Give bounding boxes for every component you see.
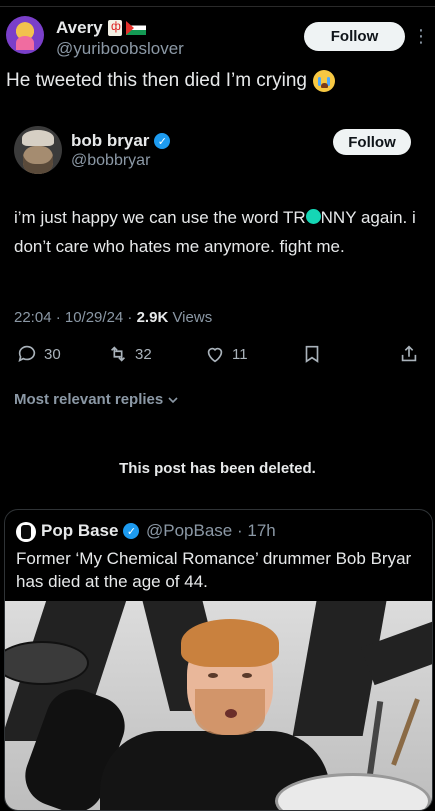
chevron-down-icon [168,396,178,403]
drummer-eye [242,673,252,678]
caption-text: He tweeted this then died I’m crying [6,70,307,91]
redaction-blot [305,209,321,224]
palestine-flag-icon [126,21,146,35]
more-options-icon[interactable]: ⋮ [412,24,430,48]
bookmark-button[interactable] [301,340,323,368]
author-name[interactable]: Avery [56,18,103,38]
top-divider [0,6,435,7]
mahjong-tile-icon [108,19,122,36]
post-photo[interactable] [5,601,432,810]
quoted-post-card[interactable]: Pop Base ✓ @PopBase · 17h Former ‘My Che… [4,509,433,811]
share-button[interactable] [398,340,420,368]
follow-button-inner[interactable]: Follow [333,129,411,155]
repost-icon [110,346,126,362]
quoted-author-name: bob bryar [71,131,150,150]
drummer-mouth [225,709,237,718]
popbase-author: Pop Base ✓ [41,521,140,541]
like-button[interactable]: 11 [204,340,248,368]
views-label: Views [168,309,213,326]
tweet-meta: 22:04 · 10/29/24 · 2.9K Views [14,309,212,326]
avatar[interactable] [6,16,44,54]
popbase-name: Pop Base [41,521,119,540]
bookmark-icon [305,345,319,363]
popbase-handle-time: @PopBase · 17h [146,521,276,540]
author-handle[interactable]: @yuriboobslover [56,39,184,59]
repost-count: 32 [135,345,152,363]
views-count: 2.9K [136,309,169,326]
tweet-body-part1: i’m just happy we can use the word TR [14,208,306,227]
like-count: 11 [232,345,248,363]
popbase-avatar [16,522,36,542]
follow-button[interactable]: Follow [304,22,405,51]
timestamp[interactable]: 22:04 · 10/29/24 · [14,309,137,326]
reply-count: 30 [44,345,61,363]
drummer-eye [208,673,218,678]
action-bar: 30 32 11 [0,340,435,368]
post-caption: He tweeted this then died I’m crying [6,70,335,92]
crying-face-icon [313,70,335,92]
tweet-body: i’m just happy we can use the word TR NNY… [14,203,424,261]
reply-icon [18,345,36,362]
verified-badge-icon: ✓ [154,133,171,149]
verified-badge-icon: ✓ [123,523,140,539]
replies-sort-dropdown[interactable]: Most relevant replies [14,391,179,408]
share-icon [401,345,417,362]
name-emoji-flags [108,19,146,36]
quoted-author[interactable]: bob bryar ✓ [71,131,171,151]
repost-button[interactable]: 32 [107,340,152,368]
replies-sort-label: Most relevant replies [14,391,164,408]
reply-button[interactable]: 30 [16,340,61,368]
quoted-author-handle[interactable]: @bobbryar [71,152,150,170]
quoted-avatar[interactable] [14,126,62,174]
drummer-hair [181,619,279,667]
popbase-text: Former ‘My Chemical Romance’ drummer Bob… [16,549,412,591]
deleted-notice: This post has been deleted. [119,460,316,477]
heart-icon [207,347,223,363]
